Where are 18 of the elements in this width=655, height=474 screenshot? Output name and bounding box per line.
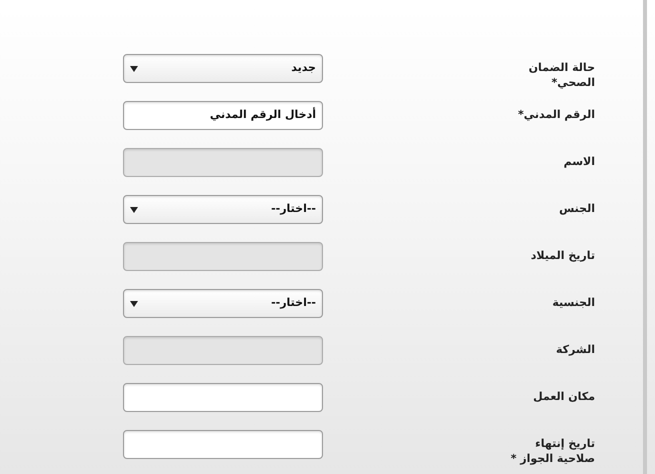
input-field[interactable] xyxy=(123,383,323,412)
field-label: الجنس xyxy=(558,201,595,216)
dropdown-field[interactable]: --اختار-- xyxy=(123,195,323,224)
caret-icon xyxy=(130,300,138,306)
field-label: تاريخ إنتهاء صلاحية الجواز * xyxy=(510,436,595,466)
field-label: الشركة xyxy=(554,342,595,357)
field-label: الرقم المدني* xyxy=(516,107,595,122)
input-field[interactable]: أدخال الرقم المدني xyxy=(123,101,323,130)
field-label: حالة الضمان الصحي* xyxy=(528,60,595,90)
field-label: تاريخ الميلاد xyxy=(530,248,595,263)
field-label: مكان العمل xyxy=(532,389,595,404)
field-label: الجنسية xyxy=(551,295,595,310)
field-label: الاسم xyxy=(562,154,595,169)
input-field[interactable] xyxy=(123,430,323,459)
caret-icon xyxy=(130,206,138,212)
dropdown-field[interactable]: --اختار-- xyxy=(123,289,323,318)
dropdown-field[interactable]: جديد xyxy=(123,54,323,83)
caret-icon xyxy=(130,66,138,72)
